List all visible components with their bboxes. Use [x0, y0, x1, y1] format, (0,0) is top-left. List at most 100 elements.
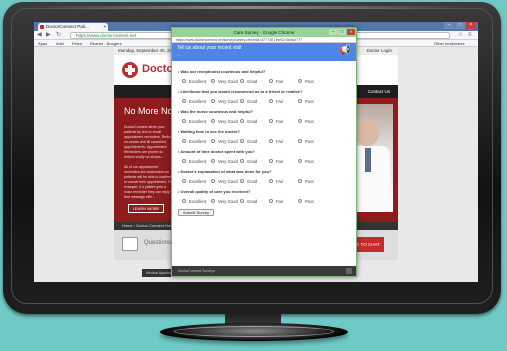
- rating-option[interactable]: Good: [240, 118, 269, 124]
- rating-option[interactable]: Poor: [298, 138, 327, 144]
- radio-button[interactable]: [240, 79, 244, 83]
- rating-option[interactable]: Fair: [269, 138, 298, 144]
- radio-button[interactable]: [298, 179, 302, 183]
- bookmark-other[interactable]: Other bookmarks: [434, 40, 465, 47]
- radio-button[interactable]: [240, 139, 244, 143]
- rating-option[interactable]: Very Good: [211, 98, 240, 104]
- rating-option[interactable]: Excellent: [182, 158, 211, 164]
- browser-tab[interactable]: DoctorConnect Pati... ×: [38, 23, 108, 31]
- rating-option[interactable]: Poor: [298, 118, 327, 124]
- radio-button[interactable]: [211, 179, 215, 183]
- radio-button[interactable]: [298, 199, 302, 203]
- radio-button[interactable]: [240, 199, 244, 203]
- radio-button[interactable]: [182, 79, 186, 83]
- radio-button[interactable]: [298, 139, 302, 143]
- footer-icon[interactable]: [346, 268, 352, 274]
- rating-option[interactable]: Very Good: [211, 198, 240, 204]
- menu-icon[interactable]: ≡: [468, 32, 472, 39]
- bookmark-reader[interactable]: Reader - Boogers: [90, 40, 122, 47]
- close-button[interactable]: ×: [466, 22, 476, 29]
- rating-option[interactable]: Very Good: [211, 78, 240, 84]
- rating-option[interactable]: Good: [240, 138, 269, 144]
- option-label: Very Good: [218, 118, 238, 124]
- radio-button[interactable]: [211, 139, 215, 143]
- forward-icon[interactable]: ▶: [46, 32, 51, 39]
- radio-button[interactable]: [240, 159, 244, 163]
- rating-option[interactable]: Excellent: [182, 98, 211, 104]
- rating-option[interactable]: Excellent: [182, 118, 211, 124]
- site-date: Monday, September 30, 2013: [118, 48, 177, 53]
- rating-option[interactable]: Good: [240, 198, 269, 204]
- maximize-button[interactable]: □: [455, 22, 465, 29]
- radio-button[interactable]: [298, 159, 302, 163]
- radio-button[interactable]: [182, 199, 186, 203]
- radio-button[interactable]: [182, 159, 186, 163]
- rating-option[interactable]: Fair: [269, 198, 298, 204]
- back-icon[interactable]: ◀: [37, 32, 42, 39]
- popup-maximize-button[interactable]: □: [338, 29, 346, 35]
- rating-option[interactable]: Good: [240, 78, 269, 84]
- bookmark-adel[interactable]: Adel: [56, 40, 64, 47]
- rating-option[interactable]: Very Good: [211, 138, 240, 144]
- rating-option[interactable]: Fair: [269, 78, 298, 84]
- learn-more-button[interactable]: LEARN MORE: [128, 204, 164, 213]
- rating-option[interactable]: Very Good: [211, 178, 240, 184]
- radio-button[interactable]: [269, 119, 273, 123]
- popup-window-controls: – □ ×: [329, 29, 355, 35]
- nav-contact-link[interactable]: Contact Us: [368, 85, 390, 98]
- radio-button[interactable]: [298, 119, 302, 123]
- reload-icon[interactable]: ↻: [56, 32, 61, 39]
- rating-option[interactable]: Good: [240, 158, 269, 164]
- radio-button[interactable]: [298, 99, 302, 103]
- radio-button[interactable]: [211, 199, 215, 203]
- radio-button[interactable]: [211, 99, 215, 103]
- radio-button[interactable]: [240, 179, 244, 183]
- rating-option[interactable]: Good: [240, 98, 269, 104]
- minimize-button[interactable]: –: [444, 22, 454, 29]
- radio-button[interactable]: [182, 179, 186, 183]
- rating-option[interactable]: Fair: [269, 178, 298, 184]
- radio-button[interactable]: [298, 79, 302, 83]
- popup-footer: DoctorConnect Surveys: [172, 266, 356, 276]
- radio-button[interactable]: [269, 99, 273, 103]
- radio-button[interactable]: [269, 159, 273, 163]
- rating-option[interactable]: Fair: [269, 118, 298, 124]
- tab-close-icon[interactable]: ×: [103, 23, 106, 31]
- rating-option[interactable]: Fair: [269, 158, 298, 164]
- radio-button[interactable]: [182, 119, 186, 123]
- survey-question: • Amount of time doctor spent with you? E…: [178, 149, 350, 165]
- bookmark-fetze[interactable]: Fetze: [72, 40, 82, 47]
- popup-close-button[interactable]: ×: [347, 29, 355, 35]
- rating-option[interactable]: Excellent: [182, 138, 211, 144]
- radio-button[interactable]: [182, 139, 186, 143]
- bookmark-apps[interactable]: Apps: [38, 40, 47, 47]
- star-icon[interactable]: ☆: [458, 32, 463, 39]
- doctor-login-link[interactable]: Doctor Login: [366, 47, 392, 55]
- rating-option[interactable]: Good: [240, 178, 269, 184]
- radio-button[interactable]: [240, 99, 244, 103]
- radio-button[interactable]: [269, 199, 273, 203]
- radio-button[interactable]: [211, 159, 215, 163]
- rating-option[interactable]: Fair: [269, 98, 298, 104]
- rating-option[interactable]: Poor: [298, 98, 327, 104]
- rating-option[interactable]: Poor: [298, 198, 327, 204]
- radio-button[interactable]: [269, 79, 273, 83]
- rating-option[interactable]: Excellent: [182, 198, 211, 204]
- rating-option[interactable]: Very Good: [211, 158, 240, 164]
- rating-option[interactable]: Poor: [298, 78, 327, 84]
- popup-minimize-button[interactable]: –: [329, 29, 337, 35]
- rating-option[interactable]: Poor: [298, 178, 327, 184]
- radio-button[interactable]: [211, 119, 215, 123]
- rating-option[interactable]: Excellent: [182, 78, 211, 84]
- radio-button[interactable]: [269, 139, 273, 143]
- radio-button[interactable]: [182, 99, 186, 103]
- rating-option[interactable]: Excellent: [182, 178, 211, 184]
- slider-dot[interactable]: [382, 193, 386, 197]
- rating-option[interactable]: Poor: [298, 158, 327, 164]
- rating-option[interactable]: Very Good: [211, 118, 240, 124]
- submit-survey-button[interactable]: Submit Survey: [178, 209, 214, 216]
- radio-button[interactable]: [269, 179, 273, 183]
- radio-button[interactable]: [240, 119, 244, 123]
- radio-button[interactable]: [211, 79, 215, 83]
- option-label: Excellent: [189, 178, 206, 184]
